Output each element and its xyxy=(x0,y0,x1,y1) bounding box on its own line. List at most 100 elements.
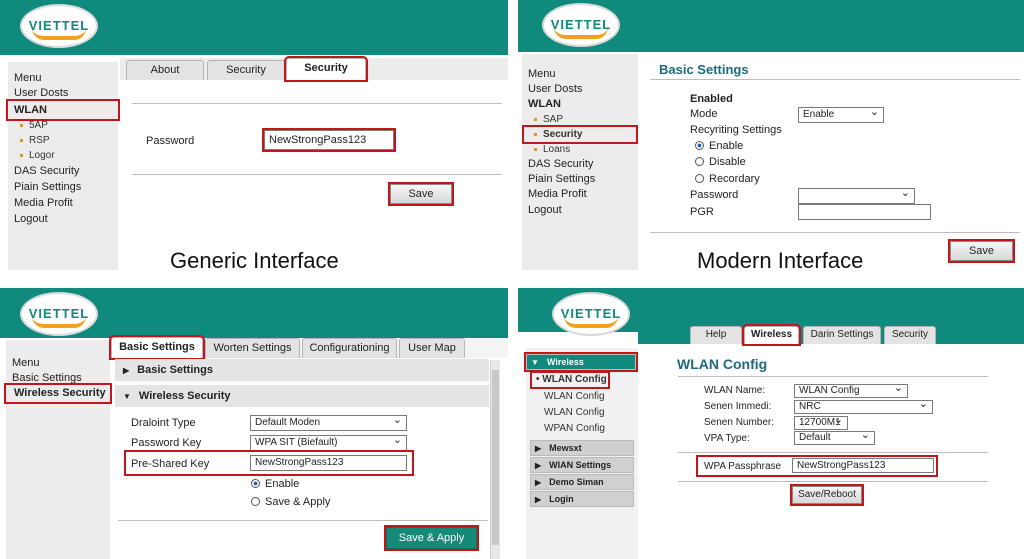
wlan-config-panel: VIETTEL Help Wireless Darin Settings Sec… xyxy=(518,288,1024,559)
pre-shared-key-input[interactable]: NewStrongPass123 xyxy=(250,455,407,471)
sidebar-item-wireless-security[interactable]: Wireless Security xyxy=(4,383,112,404)
password-key-select[interactable]: WPA SIT (Biefault) xyxy=(250,435,407,451)
sidebar-group-wian-settings[interactable]: ▶ WIAN Settings xyxy=(530,457,634,473)
sidebar-group-wireless[interactable]: ▼ Wireless xyxy=(524,352,638,372)
sidebar-item-wlan[interactable]: WLAN xyxy=(6,99,120,121)
caption-modern-interface: Modern Interface xyxy=(697,248,864,272)
viettel-logo: VIETTEL xyxy=(20,4,98,48)
save-button[interactable]: Save xyxy=(948,239,1015,263)
pgr-input[interactable] xyxy=(798,204,931,220)
pre-shared-key-label: Pre-Shared Key xyxy=(131,458,210,470)
modern-interface-panel: VIETTEL Menu User Dosts WLAN SAP Securit… xyxy=(518,0,1024,272)
menu-heading: Menu xyxy=(528,68,556,80)
password-label: Password xyxy=(146,135,195,147)
tab-about[interactable]: About xyxy=(126,60,204,80)
wlan-name-label: WLAN Name: xyxy=(704,385,766,396)
tab-security-active[interactable]: Security xyxy=(284,56,368,82)
divider xyxy=(678,376,988,377)
radio-enable[interactable]: Enable xyxy=(251,478,299,490)
draloint-type-label: Draloint Type xyxy=(131,417,196,429)
tab-security[interactable]: Security xyxy=(207,60,285,80)
wpa-passphrase-input[interactable]: NewStrongPass123 xyxy=(792,458,934,473)
generic-interface-panel: VIETTEL Menu User Dosts WLAN 5AP RSP Log… xyxy=(0,0,508,272)
sidebar-item-wlan[interactable]: WLAN xyxy=(528,98,561,110)
sidebar-subitem-security[interactable]: Security xyxy=(522,125,638,144)
sidebar-subitem-logor[interactable]: Logor xyxy=(20,150,55,161)
section-basic-settings[interactable]: ▶ Basic Settings xyxy=(115,359,489,381)
sidebar-item-basic-settings[interactable]: Basic Settings xyxy=(12,372,82,384)
tab-security[interactable]: Security xyxy=(884,326,936,344)
senen-number-select[interactable]: 12700M1 xyxy=(794,416,848,430)
tab-basic-settings[interactable]: Basic Settings xyxy=(109,335,205,360)
caption-generic-interface: Generic Interface xyxy=(170,248,339,272)
save-apply-button[interactable]: Save & Apply xyxy=(384,525,479,551)
radio-enable[interactable]: Enable xyxy=(695,140,743,152)
sidebar-item-media-profit[interactable]: Media Profit xyxy=(14,197,73,209)
sidebar-subitem-wlan-config-3[interactable]: WLAN Config xyxy=(544,407,605,418)
save-button[interactable]: Save xyxy=(388,182,454,206)
wireless-security-panel: VIETTEL Menu Basic Settings Wireless Sec… xyxy=(0,288,508,559)
vpa-type-label: VPA Type: xyxy=(704,433,750,444)
sidebar-group-mewsxt[interactable]: ▶ Mewsxt xyxy=(530,440,634,456)
sidebar-item-das-security[interactable]: DAS Security xyxy=(528,158,593,170)
menu-heading: Menu xyxy=(14,72,42,84)
sidebar-subitem-wlan-config-2[interactable]: WLAN Config xyxy=(544,391,605,402)
mode-select[interactable]: Enable xyxy=(798,107,884,123)
sidebar-group-demo-siman[interactable]: ▶ Demo Siman xyxy=(530,474,634,490)
password-input[interactable]: NewStrongPass123 xyxy=(262,128,396,152)
password-key-label: Password Key xyxy=(131,437,202,449)
sidebar-menu: Menu User Dosts WLAN SAP Security Loans … xyxy=(522,54,638,270)
divider xyxy=(650,79,1020,80)
wpa-passphrase-label: WPA Passphrase xyxy=(704,461,782,472)
sidebar-menu: Menu Basic Settings Wireless Security xyxy=(4,340,112,559)
page-title: WLAN Config xyxy=(677,356,768,372)
sidebar-group-login[interactable]: ▶ Login xyxy=(530,491,634,507)
scrollbar[interactable] xyxy=(490,360,500,559)
radio-save-apply[interactable]: Save & Apply xyxy=(251,496,330,508)
tab-darin-settings[interactable]: Darin Settings xyxy=(803,326,881,344)
tab-user-map[interactable]: User Map xyxy=(399,338,465,358)
sidebar-item-piain-settings[interactable]: Piain Settings xyxy=(14,181,81,193)
password-select[interactable] xyxy=(798,188,915,204)
sidebar-subitem-wlan-config-active[interactable]: • WLAN Config xyxy=(530,371,610,389)
sidebar-subitem-5ap[interactable]: 5AP xyxy=(20,120,48,131)
sidebar-subitem-loans[interactable]: Loans xyxy=(534,144,570,155)
divider xyxy=(132,174,502,175)
radio-disable[interactable]: Disable xyxy=(695,156,746,168)
sidebar-item-logout[interactable]: Logout xyxy=(14,213,48,225)
divider xyxy=(678,481,988,482)
draloint-type-select[interactable]: Default Moden xyxy=(250,415,407,431)
viettel-logo: VIETTEL xyxy=(20,292,98,336)
divider xyxy=(132,103,502,104)
sidebar-item-piain-settings[interactable]: Piain Settings xyxy=(528,173,595,185)
sidebar-subitem-rsp[interactable]: RSP xyxy=(20,135,50,146)
sidebar-menu: Menu User Dosts WLAN 5AP RSP Logor DAS S… xyxy=(6,62,120,270)
sidebar-subitem-wpan-config[interactable]: WPAN Config xyxy=(544,423,605,434)
tab-help[interactable]: Help xyxy=(690,326,742,344)
senen-immedi-select[interactable]: NRC xyxy=(794,400,933,414)
tab-configurationing[interactable]: Configurationing xyxy=(302,338,397,358)
radio-recordary[interactable]: Recordary xyxy=(695,173,760,185)
viettel-logo: VIETTEL xyxy=(552,292,630,336)
sidebar-item-logout[interactable]: Logout xyxy=(528,204,562,216)
mode-label: Mode xyxy=(690,108,718,120)
section-wireless-security[interactable]: ▼ Wireless Security xyxy=(115,385,489,407)
save-reboot-button[interactable]: Save/Reboot xyxy=(790,484,864,506)
senen-number-label: Senen Number: xyxy=(704,417,775,428)
vpa-type-select[interactable]: Default xyxy=(794,431,875,445)
page-title: Basic Settings xyxy=(659,62,749,77)
viettel-logo: VIETTEL xyxy=(542,3,620,47)
sidebar-subitem-sap[interactable]: SAP xyxy=(534,114,563,125)
pgr-label: PGR xyxy=(690,206,714,218)
sidebar-item-media-profit[interactable]: Media Profit xyxy=(528,188,587,200)
sidebar-menu: ▼ Wireless • WLAN Config WLAN Config WLAN… xyxy=(524,348,638,559)
tab-wireless[interactable]: Wireless xyxy=(742,324,801,346)
tab-worten-settings[interactable]: Worten Settings xyxy=(205,338,300,358)
divider xyxy=(650,232,1020,233)
wlan-name-select[interactable]: WLAN Config xyxy=(794,384,908,398)
senen-immedi-label: Senen Immedi: xyxy=(704,401,772,412)
sidebar-item-user-dosts[interactable]: User Dosts xyxy=(14,87,68,99)
sidebar-item-user-dosts[interactable]: User Dosts xyxy=(528,83,582,95)
recyriting-settings-label: Recyriting Settings xyxy=(690,124,782,136)
sidebar-item-das-security[interactable]: DAS Security xyxy=(14,165,79,177)
